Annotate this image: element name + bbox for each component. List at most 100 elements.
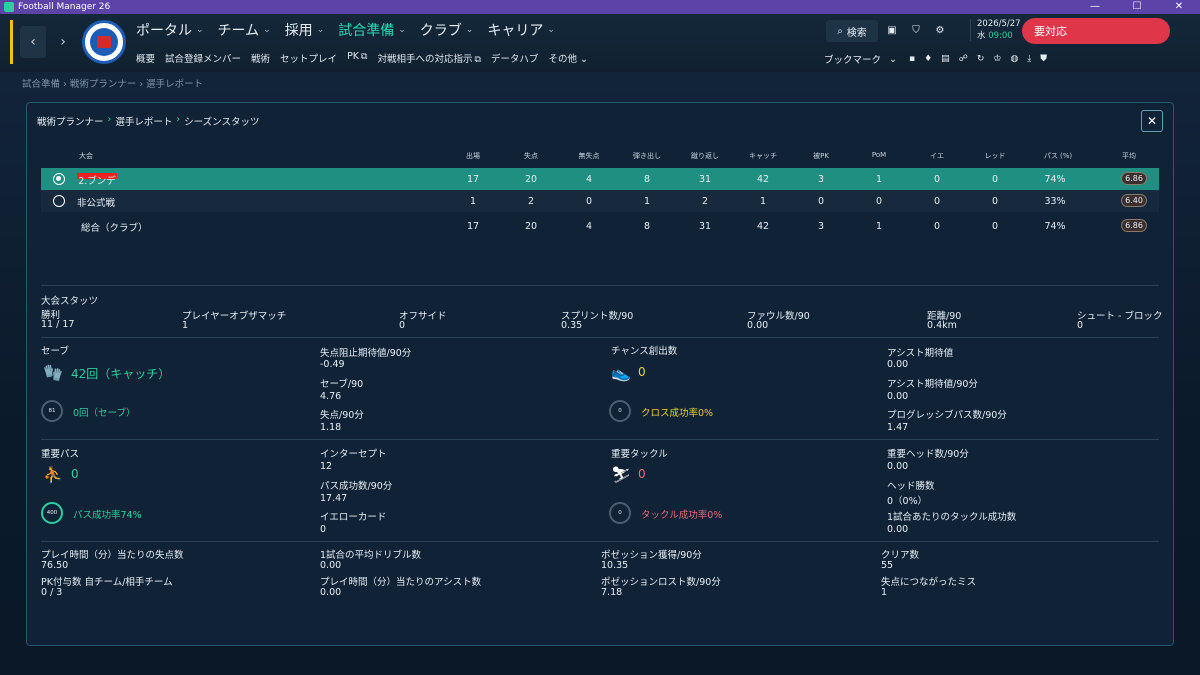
chevron-down-icon: ⌄ xyxy=(465,25,474,35)
col-pom[interactable]: PoM xyxy=(859,151,899,159)
clipboard-icon[interactable]: ▤ xyxy=(941,54,950,64)
search-button[interactable]: ⌕ 検索 xyxy=(826,20,878,42)
nav-career[interactable]: キャリア ⌄ xyxy=(487,20,555,40)
accent-bar xyxy=(10,20,13,64)
key-passes-value: 0 xyxy=(71,467,79,481)
nav-match-prep[interactable]: 試合準備 ⌄ xyxy=(338,20,406,40)
col-competition[interactable]: 大会 xyxy=(79,151,139,161)
shirt-icon[interactable]: ♦ xyxy=(924,54,932,64)
main-nav: ポータル ⌄ チーム ⌄ 採用 ⌄ 試合準備 ⌄ クラブ ⌄ キャリア ⌄ xyxy=(136,20,555,40)
col-yellow[interactable]: イエ xyxy=(917,151,957,161)
close-icon: ✕ xyxy=(1146,114,1158,128)
nav-recruitment[interactable]: 採用 ⌄ xyxy=(285,20,325,40)
table-row[interactable]: 非公式戦 1 2 0 1 2 1 0 0 0 0 33% 6.40 xyxy=(41,190,1159,212)
bookmark-bar: ブックマーク ⌄ ▪ ♦ ▤ ☍ ↻ ♔ ◍ ⤓ ⛊ xyxy=(824,52,1047,67)
divider xyxy=(41,439,1159,440)
continue-action-button[interactable]: 要対応 xyxy=(1022,18,1170,44)
minimize-icon[interactable]: — xyxy=(1074,0,1116,14)
close-panel-button[interactable]: ✕ xyxy=(1141,110,1163,132)
external-link-icon: ⧉ xyxy=(474,55,481,65)
crumb-season-stats: シーズンスタッツ xyxy=(184,117,260,128)
saves-ring: 81 xyxy=(41,400,63,422)
col-parried[interactable]: 弾き出し xyxy=(627,151,667,161)
subnav-penalties[interactable]: PK ⧉ xyxy=(347,51,367,65)
chances-title: チャンス創出数 xyxy=(611,346,678,357)
table-row-total: 総合（クラブ） 17 20 4 8 31 42 3 1 0 0 74% 6.86 xyxy=(41,215,1159,237)
chevron-down-icon: ⌄ xyxy=(398,25,406,35)
nav-club[interactable]: クラブ ⌄ xyxy=(420,20,474,40)
subnav-more[interactable]: その他 ⌄ xyxy=(548,51,588,65)
search-icon: ⌕ xyxy=(837,25,843,37)
chevron-down-icon[interactable]: ⌄ xyxy=(889,54,897,65)
col-conceded[interactable]: 失点 xyxy=(511,151,551,161)
subnav-tactics[interactable]: 戦術 xyxy=(251,51,270,65)
refresh-icon[interactable]: ↻ xyxy=(977,54,985,64)
gear-icon[interactable]: ⚙ xyxy=(932,22,948,38)
col-punched[interactable]: 蹴り返し xyxy=(685,151,725,161)
key-passes-title: 重要パス xyxy=(41,449,80,460)
history-nav: ‹ › xyxy=(20,26,76,58)
nav-team[interactable]: チーム ⌄ xyxy=(218,20,271,40)
divider xyxy=(41,337,1159,338)
top-header: ‹ › ポータル ⌄ チーム ⌄ 採用 ⌄ 試合準備 ⌄ クラブ ⌄ キャリア ⌄ 概要 試… xyxy=(0,14,1200,72)
chances-ring: 0 xyxy=(609,400,631,422)
subnav-overview[interactable]: 概要 xyxy=(136,51,155,65)
trophy-icon[interactable]: ♔ xyxy=(993,54,1001,64)
background-breadcrumb: 試合準備 › 戦術プランナー › 選手レポート xyxy=(22,79,204,90)
col-caught[interactable]: キャッチ xyxy=(743,151,783,161)
subnav-opposition-instructions[interactable]: 対戦相手への対応指示 ⧉ xyxy=(377,51,480,65)
chances-ring-label: クロス成功率0% xyxy=(641,408,714,419)
back-button[interactable]: ‹ xyxy=(20,26,46,58)
chevron-down-icon: ⌄ xyxy=(576,54,588,65)
crumb-player-report[interactable]: 選手レポート xyxy=(115,114,172,128)
col-clean-sheets[interactable]: 無失点 xyxy=(569,151,609,161)
panel-breadcrumb: 戦術プランナー › 選手レポート › シーズンスタッツ xyxy=(37,114,260,128)
bookmark-button[interactable]: ブックマーク xyxy=(824,52,881,66)
rating-badge: 6.40 xyxy=(1121,194,1147,207)
window-controls: — ☐ ✕ xyxy=(1074,0,1200,14)
inbox-icon[interactable]: ▣ xyxy=(884,22,900,38)
forward-button[interactable]: › xyxy=(50,26,76,58)
globe-icon[interactable]: ◍ xyxy=(1010,54,1018,64)
game-date: 2026/5/27 水 09:00 xyxy=(970,19,1021,41)
slide-tackle-icon: ⛷ xyxy=(611,465,632,484)
header-icons: ▣ ⛉ ⚙ xyxy=(884,22,948,38)
close-window-icon[interactable]: ✕ xyxy=(1158,0,1200,14)
nav-portal[interactable]: ポータル ⌄ xyxy=(136,20,204,40)
col-pens-faced[interactable]: 被PK xyxy=(801,151,841,161)
chances-value: 0 xyxy=(638,365,646,379)
radio-button[interactable] xyxy=(53,173,65,185)
people-icon[interactable]: ☍ xyxy=(959,54,968,64)
key-tackles-title: 重要タックル xyxy=(611,449,668,460)
maximize-icon[interactable]: ☐ xyxy=(1116,0,1158,14)
club-shield-icon[interactable]: ⛉ xyxy=(908,22,924,38)
app-icon xyxy=(4,2,14,12)
radio-button[interactable] xyxy=(53,195,65,207)
divider xyxy=(41,285,1159,286)
key-passes-ring: 400 xyxy=(41,502,63,524)
crumb-tactics-planner[interactable]: 戦術プランナー xyxy=(37,114,104,128)
col-red[interactable]: レッド xyxy=(975,151,1015,161)
table-row[interactable]: 2.ブンデスリーガ 17 20 4 8 31 42 3 1 0 0 74% 6.… xyxy=(41,168,1159,201)
chevron-down-icon: ⌄ xyxy=(263,25,271,35)
weekday-text: 水 xyxy=(977,31,986,41)
key-passes-ring-label: パス成功率74% xyxy=(73,510,142,521)
subnav-squad-selection[interactable]: 試合登録メンバー xyxy=(165,51,241,65)
saves-ring-label: 0回（セーブ） xyxy=(73,408,136,419)
saves-title: セーブ xyxy=(41,346,69,357)
club-crest[interactable] xyxy=(82,20,126,64)
chevron-down-icon: ⌄ xyxy=(196,25,204,35)
chevron-down-icon: ⌄ xyxy=(316,25,325,35)
window-titlebar: Football Manager 26 — ☐ ✕ xyxy=(0,0,1200,14)
col-avg-rating[interactable]: 平均 xyxy=(1109,151,1149,161)
col-apps[interactable]: 出場 xyxy=(453,151,493,161)
window-title: Football Manager 26 xyxy=(18,2,111,12)
sub-nav: 概要 試合登録メンバー 戦術 セットプレイ PK ⧉ 対戦相手への対応指示 ⧉ デー… xyxy=(136,51,588,65)
col-pass-pct[interactable]: パス (%) xyxy=(1033,151,1083,161)
chat-icon[interactable]: ▪ xyxy=(909,54,915,64)
download-icon[interactable]: ⤓ xyxy=(1027,54,1031,64)
shield-icon[interactable]: ⛊ xyxy=(1040,54,1047,64)
goalkeeper-dive-icon: 🧤 xyxy=(43,363,63,382)
subnav-set-pieces[interactable]: セットプレイ xyxy=(280,51,337,65)
subnav-data-hub[interactable]: データハブ xyxy=(491,51,539,65)
